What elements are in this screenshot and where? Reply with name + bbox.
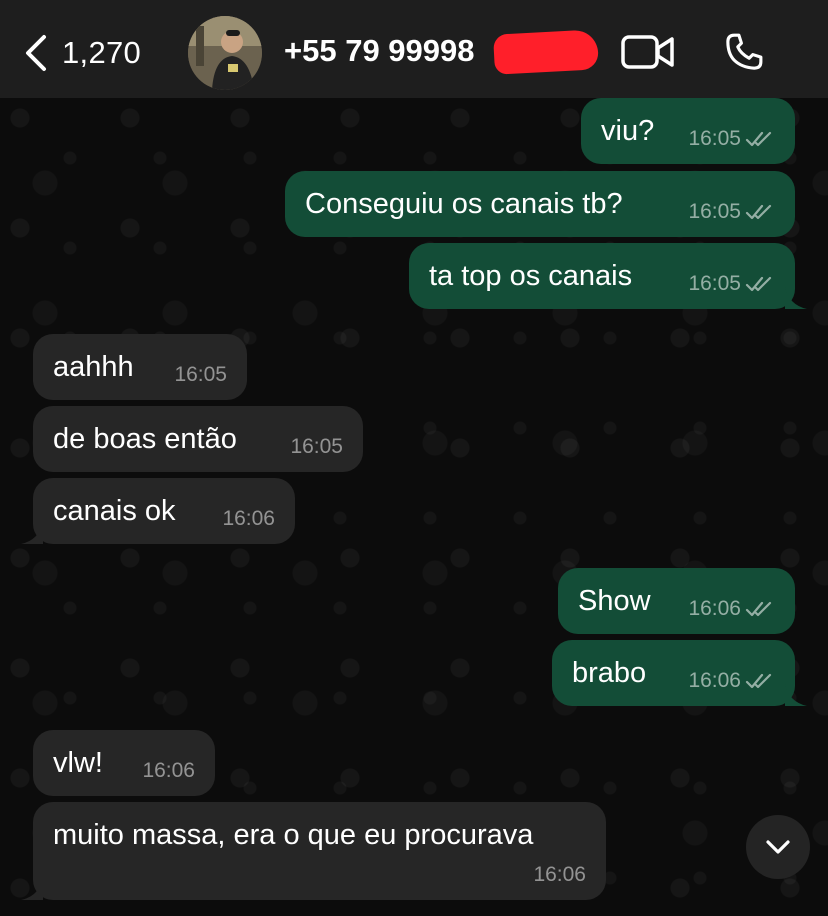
message-bubble-incoming[interactable]: aahhh 16:05 bbox=[33, 334, 247, 400]
message-meta: 16:05 bbox=[688, 122, 775, 156]
double-check-icon bbox=[745, 673, 772, 689]
double-check-icon bbox=[745, 131, 772, 147]
redaction-mark bbox=[493, 29, 599, 75]
contact-name[interactable]: +55 79 99998 bbox=[284, 33, 475, 69]
message-text: brabo bbox=[572, 657, 647, 689]
message-text: de boas então bbox=[53, 423, 237, 455]
double-check-icon bbox=[745, 276, 772, 292]
message-bubble-incoming[interactable]: de boas então 16:05 bbox=[33, 406, 363, 472]
bubble-tail bbox=[785, 287, 807, 309]
message-meta: 16:05 bbox=[688, 195, 775, 229]
message-text: ta top os canais bbox=[429, 260, 633, 292]
scroll-to-bottom-button[interactable] bbox=[746, 815, 810, 879]
double-check-icon bbox=[745, 601, 772, 617]
message-time: 16:06 bbox=[688, 597, 741, 620]
message-bubble-incoming[interactable]: muito massa, era o que eu procurava 16:0… bbox=[21, 802, 606, 900]
message-bubble-outgoing[interactable]: ta top os canais 16:05 bbox=[409, 243, 807, 309]
message-text: vlw! bbox=[53, 747, 103, 779]
message-time: 16:05 bbox=[174, 363, 227, 386]
message-time: 16:06 bbox=[533, 863, 586, 886]
message-bubble-outgoing[interactable]: Conseguiu os canais tb? 16:05 bbox=[285, 171, 795, 237]
chat-header: 1,270 +55 79 99998 bbox=[0, 0, 828, 98]
message-bubble-incoming[interactable]: vlw! 16:06 bbox=[33, 730, 215, 796]
chevron-left-icon bbox=[26, 35, 46, 71]
message-meta: 16:06 bbox=[688, 592, 775, 626]
message-text: viu? bbox=[601, 115, 655, 147]
message-meta: 16:06 bbox=[688, 664, 775, 698]
message-meta: 16:05 bbox=[174, 358, 227, 392]
message-meta: 16:05 bbox=[688, 267, 775, 301]
message-meta: 16:06 bbox=[222, 502, 275, 536]
avatar[interactable] bbox=[188, 16, 262, 90]
phone-icon bbox=[726, 33, 763, 70]
message-time: 16:05 bbox=[688, 272, 741, 295]
bubble-tail bbox=[785, 684, 807, 706]
message-bubble-outgoing[interactable]: viu? 16:05 bbox=[581, 98, 795, 164]
video-call-button[interactable] bbox=[620, 32, 676, 72]
message-time: 16:06 bbox=[688, 669, 741, 692]
message-time: 16:05 bbox=[688, 200, 741, 223]
message-time: 16:05 bbox=[688, 127, 741, 150]
avatar-image bbox=[188, 16, 262, 90]
message-time: 16:06 bbox=[222, 507, 275, 530]
message-text: aahhh bbox=[53, 351, 134, 383]
double-check-icon bbox=[745, 204, 772, 220]
bubble-tail bbox=[21, 878, 43, 900]
message-text: Conseguiu os canais tb? bbox=[305, 188, 623, 220]
message-meta: 16:06 bbox=[142, 754, 195, 788]
message-time: 16:05 bbox=[290, 435, 343, 458]
message-bubble-incoming[interactable]: canais ok 16:06 bbox=[21, 478, 295, 544]
message-bubble-outgoing[interactable]: Show 16:06 bbox=[558, 568, 795, 634]
message-bubble-outgoing[interactable]: brabo 16:06 bbox=[552, 640, 807, 706]
message-text: muito massa, era o que eu procurava bbox=[53, 819, 534, 851]
message-meta: 16:06 bbox=[533, 858, 586, 892]
unread-count: 1,270 bbox=[62, 35, 142, 70]
voice-call-button[interactable] bbox=[722, 30, 766, 74]
back-button[interactable]: 1,270 bbox=[22, 28, 141, 78]
bubble-tail bbox=[21, 522, 43, 544]
message-meta: 16:05 bbox=[290, 430, 343, 464]
message-time: 16:06 bbox=[142, 759, 195, 782]
message-text: Show bbox=[578, 585, 651, 617]
chevron-down-icon bbox=[766, 840, 790, 854]
message-text: canais ok bbox=[53, 495, 176, 527]
video-camera-icon bbox=[621, 35, 674, 69]
